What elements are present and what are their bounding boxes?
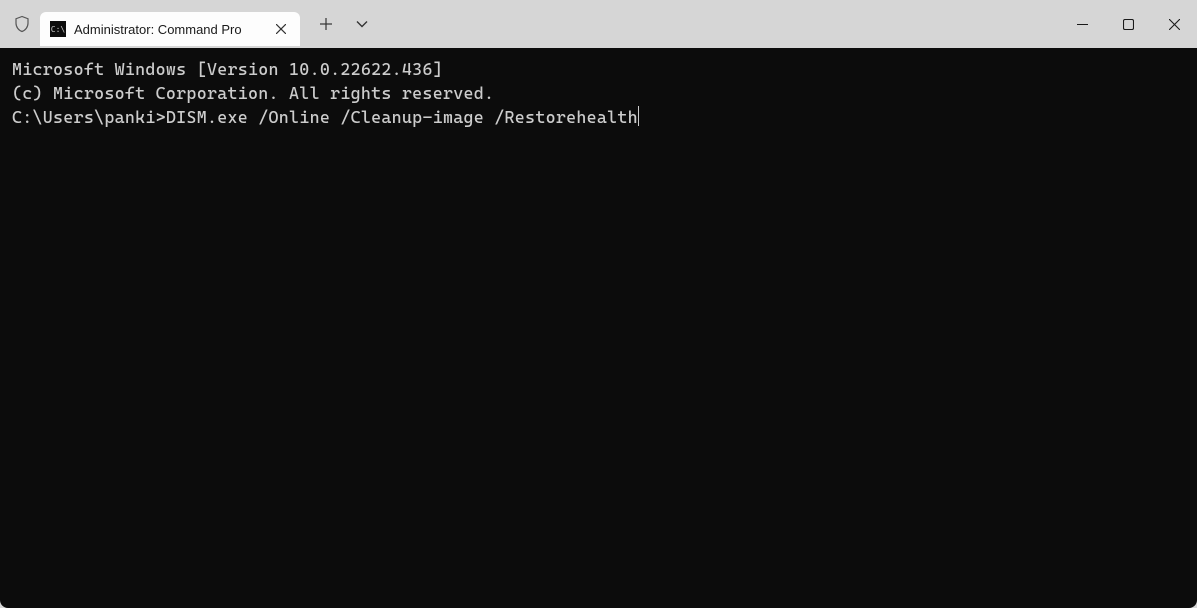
- terminal-output-line: (c) Microsoft Corporation. All rights re…: [12, 82, 1185, 106]
- terminal-prompt-line: C:\Users\panki>DISM.exe /Online /Cleanup…: [12, 106, 1185, 130]
- new-tab-button[interactable]: [308, 8, 344, 40]
- command-text: DISM.exe /Online /Cleanup-image /Restore…: [166, 106, 638, 130]
- cmd-icon: C:\: [50, 21, 66, 37]
- terminal-output-line: Microsoft Windows [Version 10.0.22622.43…: [12, 58, 1185, 82]
- tab-close-button[interactable]: [272, 20, 290, 38]
- tab-title: Administrator: Command Pro: [74, 22, 262, 37]
- prompt-text: C:\Users\panki>: [12, 106, 166, 130]
- terminal-window: C:\ Administrator: Command Pro: [0, 0, 1197, 608]
- shield-icon: [12, 14, 32, 34]
- minimize-button[interactable]: [1059, 8, 1105, 40]
- active-tab[interactable]: C:\ Administrator: Command Pro: [40, 12, 300, 46]
- close-button[interactable]: [1151, 8, 1197, 40]
- window-controls: [1059, 0, 1197, 48]
- titlebar: C:\ Administrator: Command Pro: [0, 0, 1197, 48]
- maximize-button[interactable]: [1105, 8, 1151, 40]
- terminal-area[interactable]: Microsoft Windows [Version 10.0.22622.43…: [0, 48, 1197, 608]
- tab-dropdown-button[interactable]: [344, 8, 380, 40]
- cursor: [638, 106, 639, 126]
- tab-actions: [308, 8, 380, 40]
